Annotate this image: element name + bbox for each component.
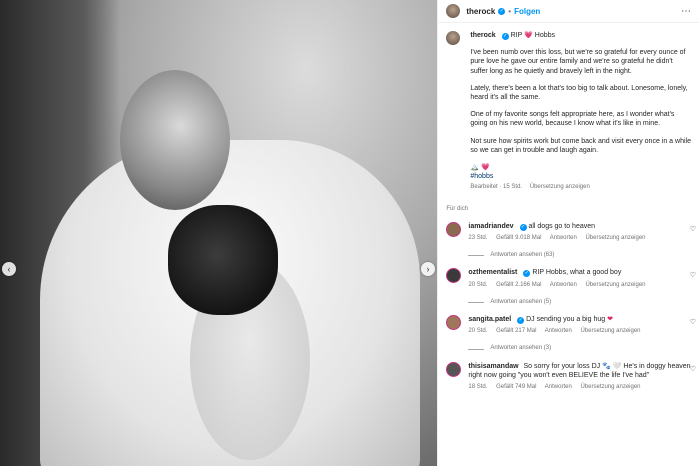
translate-link[interactable]: Übersetzung anzeigen (585, 235, 645, 241)
comment-meta: 23 Std. Gefällt 9.018 Mal Antworten Über… (468, 234, 691, 243)
comment-item: iamadriandev ✓ all dogs go to heaven 23 S… (446, 221, 696, 243)
comment-item: ozthementalist ✓ RIP Hobbs, what a good b… (446, 268, 696, 289)
comment-meta: 18 Std. Gefällt 749 Mal Antworten Überse… (468, 383, 691, 392)
view-replies-label: Antworten ansehen (5) (490, 298, 552, 305)
view-replies-label: Antworten ansehen (63) (490, 252, 555, 259)
caption-paragraph: One of my favorite songs felt appropriat… (470, 111, 675, 128)
replies-line (468, 301, 485, 303)
caption-name: Hobbs (534, 32, 556, 39)
comment-likes[interactable]: Gefällt 217 Mal (496, 328, 536, 334)
comment-meta: 20 Std. Gefällt 2.166 Mal Antworten Über… (468, 281, 691, 290)
translate-link[interactable]: Übersetzung anzeigen (580, 328, 640, 334)
comment-item: thisisamandaw So sorry for your loss DJ … (446, 361, 696, 393)
like-heart-icon[interactable]: ♡ (690, 225, 696, 234)
hashtag-link[interactable]: #hobbs (470, 172, 691, 181)
comment-username[interactable]: iamadriandev (468, 223, 513, 230)
separator-dot: • (508, 6, 512, 16)
post-header: therock ✓ • Folgen ⋯ (438, 0, 699, 23)
verified-icon: ✓ (501, 33, 509, 40)
comment-time[interactable]: 20 Std. (468, 282, 487, 288)
comment-username[interactable]: ozthementalist (468, 269, 517, 276)
comments-scroll[interactable]: therock ✓ RIP 💗 Hobbs I've been numb over… (438, 23, 699, 392)
comment-item: sangita.patel ✓ DJ sending you a big hug … (446, 315, 696, 336)
view-replies-button[interactable]: Antworten ansehen (5) (468, 298, 691, 307)
caption-meta: Bearbeitet · 15 Std. Übersetzung anzeige… (470, 183, 691, 192)
view-replies-button[interactable]: Antworten ansehen (63) (468, 251, 691, 260)
comment-avatar[interactable] (446, 268, 462, 284)
reply-button[interactable]: Antworten (545, 328, 572, 334)
post-modal: ‹ › therock ✓ • Folgen ⋯ therock ✓ RIP 💗 … (0, 0, 699, 466)
verified-icon: ✓ (519, 223, 527, 231)
post-photo[interactable]: ‹ › (0, 0, 438, 466)
caption-paragraph: Lately, there's been a lot that's too bi… (470, 84, 688, 102)
comment-avatar[interactable] (446, 315, 462, 331)
next-arrow-button[interactable]: › (421, 262, 435, 276)
reply-button[interactable]: Antworten (550, 282, 577, 288)
comment-text: all dogs go to heaven (528, 222, 596, 230)
comment-likes[interactable]: Gefällt 2.166 Mal (496, 282, 541, 288)
comment-avatar[interactable] (446, 361, 462, 377)
comment-meta: 20 Std. Gefällt 217 Mal Antworten Überse… (468, 327, 691, 336)
comment-body: ozthementalist ✓ RIP Hobbs, what a good b… (468, 268, 691, 289)
caption-paragraph: I've been numb over this loss, but we're… (470, 49, 686, 75)
comment-body: iamadriandev ✓ all dogs go to heaven 23 S… (468, 222, 691, 243)
for-you-label[interactable]: Für dich (446, 205, 691, 214)
comment-username[interactable]: sangita.patel (468, 316, 511, 323)
comment-username[interactable]: thisisamandaw (468, 363, 518, 370)
comment-body: sangita.patel ✓ DJ sending you a big hug … (468, 315, 691, 336)
more-options-icon[interactable]: ⋯ (681, 6, 691, 17)
verified-icon: ✓ (517, 317, 525, 325)
caption-body: therock ✓ RIP 💗 Hobbs I've been numb over… (470, 31, 691, 193)
edited-label: Bearbeitet · 15 Std. (470, 184, 523, 191)
photo-person-head (120, 70, 230, 210)
comment-time[interactable]: 23 Std. (468, 235, 487, 241)
post-sidebar: therock ✓ • Folgen ⋯ therock ✓ RIP 💗 Hobb… (437, 0, 699, 466)
author-avatar[interactable] (446, 4, 461, 18)
heart-emoji-icon: 💗 (524, 32, 533, 39)
heart-emoji-icon: ❤ (607, 316, 613, 324)
like-heart-icon[interactable]: ♡ (690, 365, 696, 374)
replies-line (468, 348, 485, 350)
prev-arrow-button[interactable]: ‹ (2, 262, 16, 276)
translate-link[interactable]: Übersetzung anzeigen (530, 184, 590, 190)
reply-button[interactable]: Antworten (545, 384, 572, 390)
comment-body: thisisamandaw So sorry for your loss DJ … (468, 362, 691, 393)
comment-time[interactable]: 20 Std. (468, 328, 487, 334)
caption: therock ✓ RIP 💗 Hobbs I've been numb over… (446, 31, 691, 193)
caption-paragraph: Not sure how spirits work but come back … (470, 137, 691, 154)
comment-text: RIP Hobbs, what a good boy (532, 269, 622, 277)
comment-avatar[interactable] (446, 221, 462, 237)
comment-likes[interactable]: Gefällt 9.018 Mal (496, 235, 541, 241)
like-heart-icon[interactable]: ♡ (690, 318, 696, 327)
view-replies-button[interactable]: Antworten ansehen (3) (468, 344, 691, 353)
caption-avatar[interactable] (446, 31, 461, 45)
like-heart-icon[interactable]: ♡ (690, 271, 696, 280)
verified-icon: ✓ (498, 7, 506, 15)
reply-button[interactable]: Antworten (550, 235, 577, 241)
comment-likes[interactable]: Gefällt 749 Mal (496, 384, 536, 390)
author-username[interactable]: therock (466, 7, 495, 16)
caption-headline: therock ✓ RIP 💗 Hobbs (470, 31, 691, 40)
photo-dog-head (168, 205, 278, 315)
replies-line (468, 255, 485, 257)
translate-link[interactable]: Übersetzung anzeigen (585, 282, 645, 288)
verified-icon: ✓ (523, 270, 531, 278)
view-replies-label: Antworten ansehen (3) (490, 345, 552, 352)
caption-title: RIP (510, 32, 523, 39)
follow-button[interactable]: Folgen (514, 7, 540, 16)
translate-link[interactable]: Übersetzung anzeigen (580, 384, 640, 390)
caption-emoji-line: 🏔️ 💗 (470, 164, 490, 172)
comment-text: DJ sending you a big hug (526, 316, 606, 324)
comment-time[interactable]: 18 Std. (468, 384, 487, 390)
caption-username[interactable]: therock (470, 32, 495, 39)
